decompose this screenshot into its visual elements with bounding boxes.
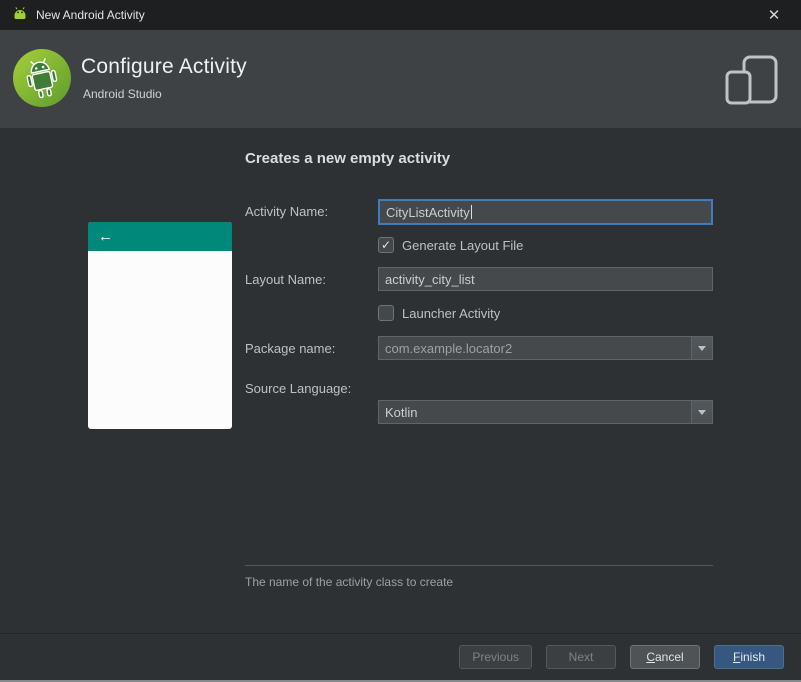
new-android-activity-dialog: New Android Activity ✕ Configure Activit… [0, 0, 801, 682]
field-hint-text: The name of the activity class to create [245, 575, 454, 589]
activity-name-value: CityListActivity [386, 204, 470, 220]
wizard-content: Creates a new empty activity ← Activity … [0, 128, 801, 633]
activity-name-input[interactable]: CityListActivity [378, 199, 713, 225]
dialog-footer: Previous Next Cancel Finish [0, 633, 801, 680]
window-title: New Android Activity [36, 8, 145, 22]
generate-layout-checkbox[interactable]: ✓ [378, 237, 394, 253]
wizard-title: Configure Activity [81, 55, 247, 78]
android-app-icon [12, 5, 28, 26]
generate-layout-label: Generate Layout File [402, 237, 524, 253]
language-dropdown-button[interactable] [691, 401, 712, 423]
layout-name-input[interactable]: activity_city_list [378, 267, 713, 291]
previous-button[interactable]: Previous [459, 645, 532, 669]
activity-preview-thumbnail: ← [88, 222, 232, 429]
launcher-activity-row: Launcher Activity [378, 305, 500, 321]
text-caret [470, 205, 472, 219]
launcher-activity-checkbox[interactable] [378, 305, 394, 321]
chevron-down-icon [698, 409, 706, 415]
next-button[interactable]: Next [546, 645, 616, 669]
layout-name-label: Layout Name: [245, 272, 326, 287]
package-name-combobox[interactable]: com.example.locator2 [378, 336, 713, 360]
layout-name-value: activity_city_list [385, 271, 475, 287]
checkmark-icon: ✓ [380, 238, 392, 252]
activity-name-label: Activity Name: [245, 204, 329, 219]
launcher-activity-label: Launcher Activity [402, 305, 501, 321]
package-name-label: Package name: [245, 341, 336, 356]
preview-appbar: ← [88, 222, 232, 251]
source-language-label: Source Language: [245, 381, 352, 396]
android-studio-logo-icon [13, 49, 71, 107]
hint-separator [245, 565, 713, 566]
package-dropdown-button[interactable] [691, 337, 712, 359]
source-language-combobox[interactable]: Kotlin [378, 400, 713, 424]
titlebar: New Android Activity ✕ [0, 0, 801, 30]
generate-layout-row: ✓ Generate Layout File [378, 237, 523, 253]
back-arrow-icon: ← [98, 228, 113, 245]
finish-button[interactable]: Finish [714, 645, 784, 669]
wizard-subtitle: Android Studio [83, 87, 162, 101]
wizard-header: Configure Activity Android Studio [0, 30, 801, 128]
source-language-value: Kotlin [385, 404, 418, 420]
close-icon[interactable]: ✕ [759, 0, 789, 30]
device-form-factor-icon [725, 55, 779, 110]
step-heading: Creates a new empty activity [245, 150, 451, 167]
package-name-value: com.example.locator2 [385, 340, 513, 356]
cancel-button[interactable]: Cancel [630, 645, 700, 669]
chevron-down-icon [698, 345, 706, 351]
